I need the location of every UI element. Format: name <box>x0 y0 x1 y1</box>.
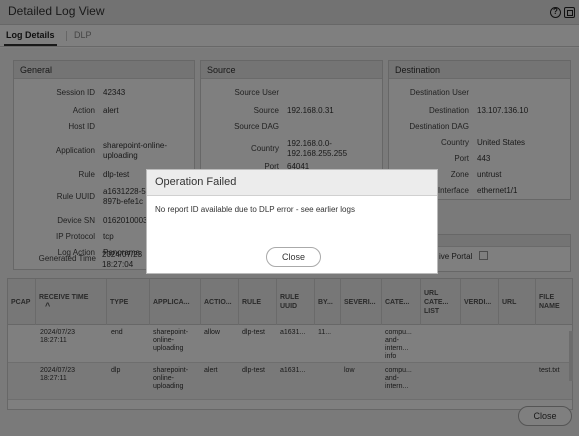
error-dialog: Operation Failed No report ID available … <box>146 169 438 274</box>
dialog-close-button[interactable]: Close <box>266 247 321 267</box>
dialog-title: Operation Failed <box>147 170 437 196</box>
dialog-message: No report ID available due to DLP error … <box>155 205 355 214</box>
